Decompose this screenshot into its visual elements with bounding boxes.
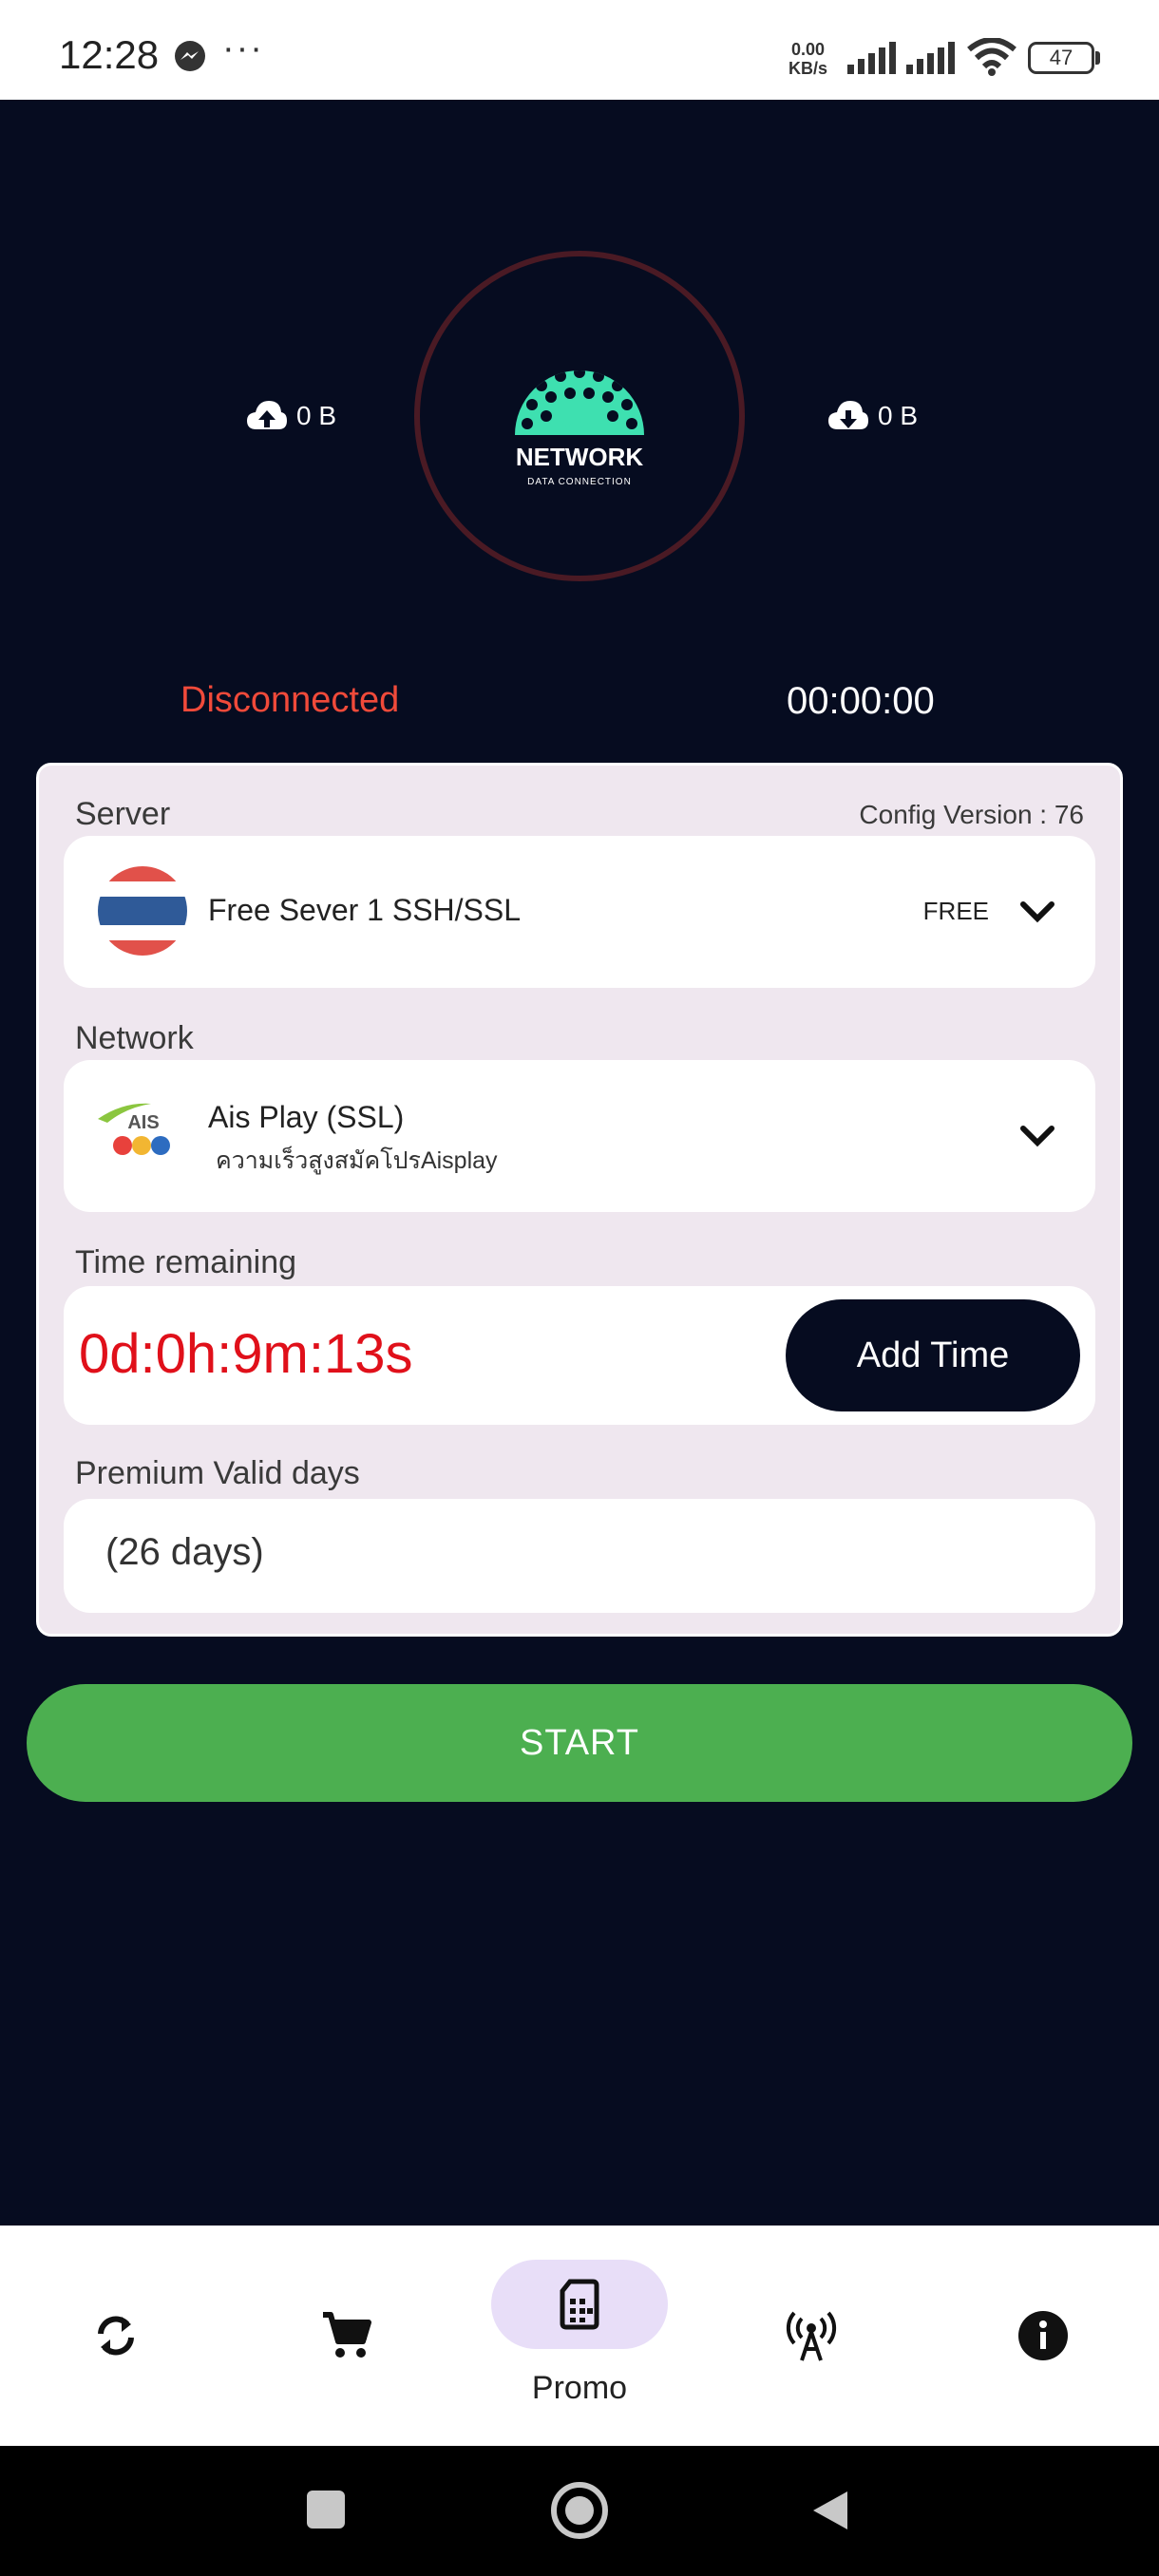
signal-icon — [847, 42, 896, 74]
premium-label: Premium Valid days — [75, 1455, 360, 1491]
chevron-down-icon[interactable] — [1017, 1115, 1057, 1155]
battery-tip — [1095, 51, 1100, 65]
network-selector[interactable]: AIS Ais Play (SSL) ความเร็วสูงสมัคโปรAis… — [64, 1060, 1095, 1212]
settings-card: Server Config Version : 76 Free Sever 1 … — [36, 763, 1123, 1637]
premium-days-field: (26 days) — [64, 1499, 1095, 1613]
wifi-icon — [967, 38, 1016, 76]
signal-icon-2 — [906, 42, 955, 74]
network-description: ความเร็วสูงสมัคโปรAisplay — [216, 1147, 498, 1174]
logo-text: NETWORK — [516, 443, 644, 471]
upload-stat: 0 B — [245, 397, 336, 435]
network-name: Ais Play (SSL) — [208, 1100, 405, 1134]
upload-value: 0 B — [296, 401, 337, 430]
free-badge: FREE — [922, 897, 989, 925]
config-version: Config Version : 76 — [859, 800, 1084, 829]
sim-card-icon — [560, 2279, 599, 2330]
nav-promo-label: Promo — [531, 2370, 628, 2406]
connection-timer: 00:00:00 — [787, 680, 935, 722]
refresh-icon[interactable] — [89, 2309, 142, 2362]
system-navigation-bar — [0, 2446, 1159, 2576]
logo-badge: VPN — [561, 418, 597, 437]
status-bar: 12:28 ··· 0.00 KB/s 47 — [0, 0, 1159, 100]
cloud-download-icon — [828, 401, 868, 429]
server-selector[interactable]: Free Sever 1 SSH/SSL FREE — [64, 836, 1095, 988]
connection-status: Disconnected — [180, 680, 400, 720]
antenna-icon[interactable] — [785, 2309, 838, 2362]
bottom-navigation: Promo — [0, 2226, 1159, 2446]
more-notifications-icon: ··· — [222, 28, 264, 68]
nav-promo[interactable] — [491, 2260, 668, 2349]
add-time-button[interactable]: Add Time — [786, 1299, 1080, 1411]
vpn-network-logo: VPN NETWORK DATA CONNECTION — [515, 370, 644, 487]
thailand-flag-icon — [98, 866, 187, 956]
chevron-down-icon[interactable] — [1017, 891, 1057, 931]
premium-days-value: (26 days) — [105, 1531, 264, 1573]
download-stat: 0 B — [826, 397, 918, 435]
cart-icon[interactable] — [319, 2309, 372, 2362]
time-remaining-label: Time remaining — [75, 1244, 297, 1280]
back-button[interactable] — [809, 2488, 851, 2533]
network-speed-unit: KB/s — [788, 59, 828, 78]
server-name: Free Sever 1 SSH/SSL — [208, 893, 522, 927]
recents-button[interactable] — [307, 2491, 345, 2529]
ais-logo: AIS — [98, 1103, 170, 1155]
status-time: 12:28 — [59, 32, 160, 77]
time-remaining-value: 0d:0h:9m:13s — [79, 1323, 413, 1385]
network-label: Network — [75, 1020, 194, 1056]
start-button[interactable]: START — [27, 1684, 1132, 1802]
time-remaining-field: 0d:0h:9m:13s Add Time — [64, 1286, 1095, 1425]
network-speed: 0.00 KB/s — [788, 40, 827, 78]
network-speed-value: 0.00 — [790, 40, 826, 59]
logo-subtitle: DATA CONNECTION — [527, 477, 632, 487]
home-button[interactable] — [551, 2482, 608, 2539]
info-icon[interactable] — [1016, 2309, 1070, 2362]
battery-icon: 47 — [1028, 42, 1094, 74]
download-value: 0 B — [878, 401, 919, 430]
server-label: Server — [75, 796, 171, 832]
ais-logo-text: AIS — [127, 1112, 159, 1133]
cloud-upload-icon — [247, 401, 287, 429]
messenger-icon — [175, 41, 205, 71]
